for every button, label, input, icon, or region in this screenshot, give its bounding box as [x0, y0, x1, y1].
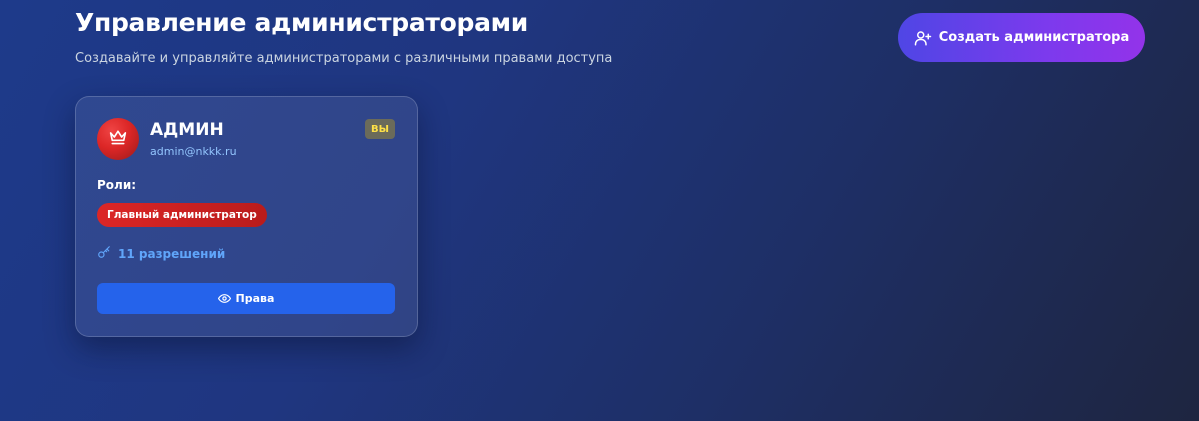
page-subtitle: Создавайте и управляйте администраторами… — [75, 51, 613, 66]
avatar — [97, 118, 139, 160]
role-badge: Главный администратор — [97, 203, 267, 227]
create-admin-button[interactable]: Создать администратора — [898, 13, 1145, 62]
crown-icon — [108, 128, 128, 150]
admin-card: АДМИН admin@nkkk.ru ВЫ Роли: Главный адм… — [75, 96, 418, 337]
view-rights-button[interactable]: Права — [97, 283, 395, 314]
admin-name: АДМИН — [150, 120, 224, 140]
self-badge: ВЫ — [365, 119, 395, 139]
key-icon — [97, 244, 111, 263]
user-plus-icon — [914, 29, 932, 47]
roles-label: Роли: — [97, 178, 137, 192]
permissions-row: 11 разрешений — [97, 244, 225, 263]
admin-email: admin@nkkk.ru — [150, 145, 237, 158]
page-title: Управление администраторами — [75, 8, 529, 37]
permissions-count: 11 разрешений — [118, 246, 226, 261]
eye-icon — [217, 292, 231, 305]
view-rights-button-label: Права — [235, 292, 275, 305]
create-admin-button-label: Создать администратора — [938, 30, 1130, 45]
